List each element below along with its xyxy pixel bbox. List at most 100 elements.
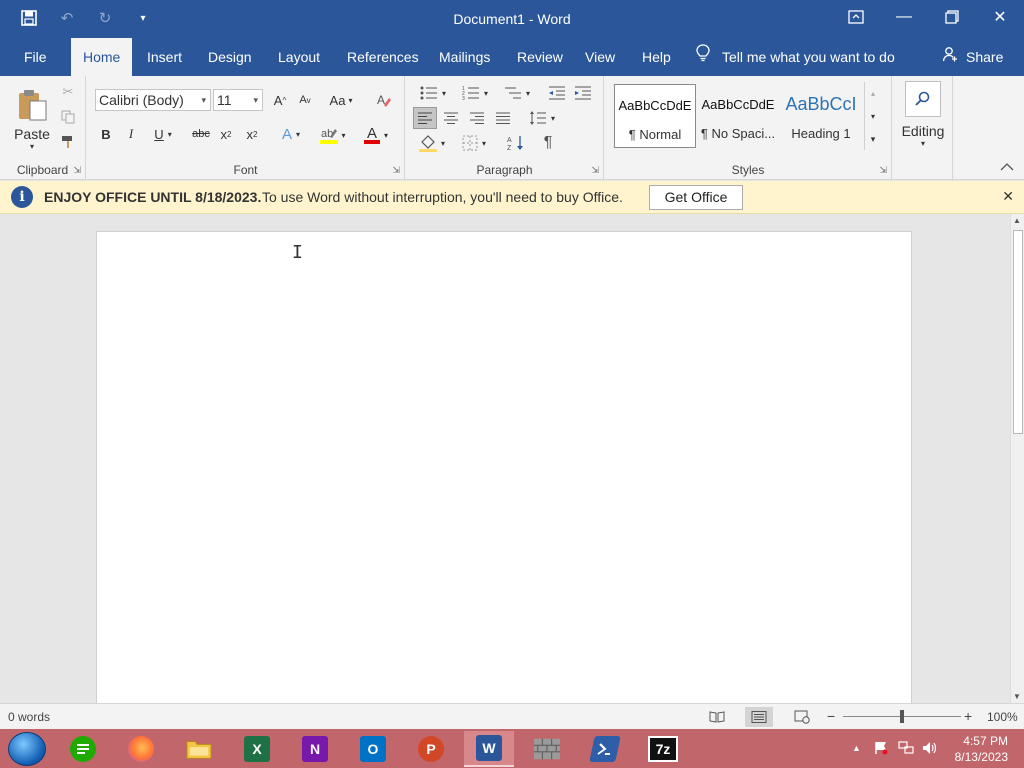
align-right-icon[interactable] xyxy=(466,107,488,129)
read-mode-icon[interactable] xyxy=(703,707,731,727)
clipboard-group-label: Clipboard xyxy=(16,163,69,177)
chevron-up-icon[interactable]: ▴ xyxy=(865,82,881,104)
italic-button[interactable]: I xyxy=(122,124,140,144)
zoom-out-icon[interactable]: − xyxy=(827,708,835,724)
align-center-icon[interactable] xyxy=(440,107,462,129)
start-button[interactable] xyxy=(8,732,46,766)
line-spacing-button[interactable]: ▾ xyxy=(524,107,560,129)
scroll-up-icon[interactable]: ▲ xyxy=(1013,216,1021,225)
superscript-button[interactable]: x2 xyxy=(243,124,261,144)
bullets-button[interactable]: ▾ xyxy=(414,82,452,104)
paste-button[interactable]: Paste ▾ xyxy=(10,82,54,156)
collapse-ribbon-icon[interactable] xyxy=(998,160,1016,174)
volume-icon[interactable] xyxy=(922,741,938,758)
borders-button[interactable]: ▾ xyxy=(456,132,492,154)
zoom-slider-thumb[interactable] xyxy=(900,710,904,723)
ribbon-display-options-icon[interactable] xyxy=(832,0,880,34)
taskbar-app-file-explorer[interactable] xyxy=(174,731,224,767)
action-center-flag-icon[interactable] xyxy=(874,741,888,758)
tab-design[interactable]: Design xyxy=(196,38,264,76)
change-case-button[interactable]: Aa ▾ xyxy=(325,90,357,110)
editing-button[interactable]: Editing ▾ xyxy=(897,78,949,150)
tab-mailings[interactable]: Mailings xyxy=(427,38,502,76)
chevron-down-icon[interactable]: ▾ xyxy=(865,105,881,127)
shrink-font-button[interactable]: Av xyxy=(295,90,315,110)
zoom-level[interactable]: 100% xyxy=(987,710,1018,724)
subscript-button[interactable]: x2 xyxy=(217,124,235,144)
tab-layout[interactable]: Layout xyxy=(266,38,332,76)
print-layout-icon[interactable] xyxy=(745,707,773,727)
scrollbar-thumb[interactable] xyxy=(1013,230,1023,434)
powerpoint-icon: P xyxy=(418,736,444,762)
share-button[interactable]: Share xyxy=(942,38,1003,76)
style-normal[interactable]: AaBbCcDdE ¶ Normal xyxy=(614,84,696,148)
numbering-button[interactable]: 123 ▾ xyxy=(456,82,494,104)
scroll-down-icon[interactable]: ▼ xyxy=(1013,692,1021,701)
tab-view[interactable]: View xyxy=(573,38,627,76)
show-formatting-marks-icon[interactable]: ¶ xyxy=(536,132,560,154)
copy-icon[interactable] xyxy=(58,107,78,127)
bold-button[interactable]: B xyxy=(97,124,115,144)
tab-home[interactable]: Home xyxy=(71,38,133,76)
font-name-combo[interactable]: Calibri (Body) ▾ xyxy=(95,89,211,111)
show-hidden-icons-icon[interactable]: ▲ xyxy=(852,743,861,753)
font-color-button[interactable]: A ▾ xyxy=(359,124,393,146)
zoom-in-icon[interactable]: + xyxy=(964,708,972,724)
decrease-indent-icon[interactable] xyxy=(546,82,568,104)
taskbar-app-7zip[interactable]: 7z xyxy=(638,731,688,767)
taskbar-app-onenote[interactable]: N xyxy=(290,731,340,767)
highlight-button[interactable]: ab ▾ xyxy=(315,124,351,146)
clipboard-launcher-icon[interactable]: ⇲ xyxy=(73,165,81,176)
gallery-more-icon[interactable]: ▾ xyxy=(865,128,881,150)
justify-icon[interactable] xyxy=(492,107,514,129)
tab-insert[interactable]: Insert xyxy=(135,38,194,76)
taskbar-app-excel[interactable]: X xyxy=(232,731,282,767)
document-canvas[interactable] xyxy=(0,214,1010,711)
multilevel-list-button[interactable]: ▾ xyxy=(498,82,536,104)
taskbar-clock[interactable]: 4:57 PM 8/13/2023 xyxy=(955,733,1008,765)
share-label: Share xyxy=(966,49,1004,65)
network-icon[interactable] xyxy=(898,741,914,758)
sort-icon[interactable]: AZ xyxy=(504,132,528,154)
align-left-icon[interactable] xyxy=(413,107,437,129)
paragraph-launcher-icon[interactable]: ⇲ xyxy=(591,165,599,176)
tab-file[interactable]: File xyxy=(12,38,59,76)
tab-references[interactable]: References xyxy=(335,38,431,76)
cut-icon[interactable]: ✂ xyxy=(58,82,78,102)
taskbar-app-sheets[interactable] xyxy=(58,731,108,767)
underline-icon: U xyxy=(154,126,164,142)
close-icon[interactable]: ✕ xyxy=(1002,188,1014,205)
style-heading-1[interactable]: AaBbCcI Heading 1 xyxy=(780,84,862,148)
text-effects-button[interactable]: A ▾ xyxy=(277,124,305,144)
shading-button[interactable]: ▾ xyxy=(414,132,450,154)
taskbar-app-outlook[interactable]: O xyxy=(348,731,398,767)
font-size-combo[interactable]: 11 ▾ xyxy=(213,89,263,111)
close-icon[interactable]: ✕ xyxy=(976,0,1024,34)
format-painter-icon[interactable] xyxy=(58,132,78,152)
taskbar-app-powerpoint[interactable]: P xyxy=(406,731,456,767)
font-launcher-icon[interactable]: ⇲ xyxy=(392,165,400,176)
tell-me-search[interactable]: Tell me what you want to do xyxy=(696,38,895,76)
get-office-button[interactable]: Get Office xyxy=(649,185,743,210)
paste-dropdown-icon: ▾ xyxy=(29,141,34,151)
web-layout-icon[interactable] xyxy=(788,707,816,727)
grow-font-button[interactable]: A ^ xyxy=(270,90,290,110)
taskbar-app-word[interactable]: W xyxy=(464,731,514,767)
tab-review[interactable]: Review xyxy=(505,38,575,76)
underline-button[interactable]: U ▾ xyxy=(149,124,177,144)
maximize-icon[interactable] xyxy=(928,0,976,34)
increase-indent-icon[interactable] xyxy=(572,82,594,104)
styles-launcher-icon[interactable]: ⇲ xyxy=(879,165,887,176)
taskbar-app-firefox[interactable] xyxy=(116,731,166,767)
window-controls: — ✕ xyxy=(832,0,1024,34)
vertical-scrollbar[interactable]: ▲ ▼ xyxy=(1010,214,1024,703)
tab-help[interactable]: Help xyxy=(630,38,683,76)
document-page[interactable] xyxy=(96,231,912,711)
strikethrough-button[interactable]: abc xyxy=(189,124,213,144)
clear-formatting-icon[interactable]: A xyxy=(373,90,395,110)
taskbar-app-firewall[interactable] xyxy=(522,731,572,767)
word-count[interactable]: 0 words xyxy=(8,710,50,724)
style-no-spacing[interactable]: AaBbCcDdE ¶ No Spaci... xyxy=(697,84,779,148)
minimize-icon[interactable]: — xyxy=(880,0,928,34)
taskbar-app-powershell[interactable] xyxy=(580,731,630,767)
